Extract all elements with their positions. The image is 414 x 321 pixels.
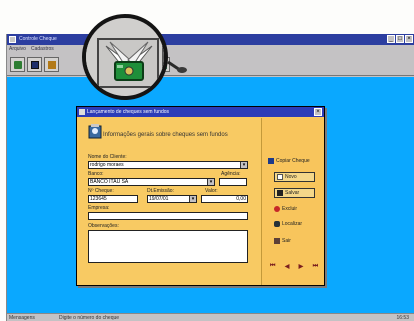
action-panel: Copiar Cheque Novo Salvar Excluir Locali… xyxy=(261,118,324,285)
novo-label: Novo xyxy=(285,174,297,180)
valor-value: 0,00 xyxy=(236,196,246,202)
valor-label: Valor: xyxy=(205,188,218,194)
menu-arquivo[interactable]: Arquivo xyxy=(9,46,26,52)
dialog-description: Informações gerais sobre cheques sem fun… xyxy=(103,132,228,138)
zoom-toolbar-edge xyxy=(86,18,93,96)
dialog-close-button[interactable]: × xyxy=(314,108,322,116)
observacoes-textarea[interactable] xyxy=(88,230,248,263)
cheque-label: Nº Cheque: xyxy=(88,188,114,194)
books-button[interactable] xyxy=(44,57,59,72)
winged-check-icon xyxy=(105,41,153,81)
info-icon xyxy=(88,124,102,139)
dialog-title-bar: Lançamento de cheques sem fundos × xyxy=(77,107,324,117)
next-record-button[interactable]: ▶ xyxy=(299,263,304,270)
menu-cadastros[interactable]: Cadastros xyxy=(31,46,54,52)
save-disk-icon xyxy=(277,190,283,196)
minimize-button[interactable]: _ xyxy=(387,35,395,43)
window-controls: _ □ × xyxy=(387,35,413,43)
books-icon xyxy=(48,61,56,69)
salvar-label: Salvar xyxy=(285,190,300,196)
status-clock: 16:53 xyxy=(396,315,409,321)
binoculars-icon xyxy=(274,221,280,227)
cheque-number-field[interactable]: 123645 xyxy=(88,195,138,203)
salvar-button[interactable]: Salvar xyxy=(274,188,315,198)
toolbar xyxy=(7,54,414,76)
chevron-down-icon[interactable]: ▾ xyxy=(189,196,196,202)
sair-label: Sair xyxy=(282,238,291,244)
excluir-label: Excluir xyxy=(282,206,298,212)
maximize-button[interactable]: □ xyxy=(396,35,404,43)
exit-door-icon xyxy=(274,238,280,244)
agencia-label: Agência: xyxy=(221,171,241,177)
dialog-icon xyxy=(79,109,85,115)
emissao-label: Dt.Emissão: xyxy=(147,188,174,194)
status-bar: Mensagens Digite o número do cheque 16:5… xyxy=(7,313,414,321)
screen-icon xyxy=(31,61,39,69)
cliente-label: Nome do Cliente: xyxy=(88,154,127,160)
cheque-dialog: Lançamento de cheques sem fundos × Infor… xyxy=(76,106,325,286)
copiar-cheque-label: Copiar Cheque xyxy=(276,158,310,164)
dialog-title: Lançamento de cheques sem fundos xyxy=(87,109,169,115)
window-title: Controle Cheque xyxy=(19,36,57,42)
copy-icon xyxy=(268,158,274,164)
valor-field[interactable]: 0,00 xyxy=(201,195,248,203)
magnifier-handle xyxy=(167,60,187,73)
empresa-label: Empresa: xyxy=(88,205,110,211)
sair-button[interactable]: Sair xyxy=(274,236,315,246)
banco-select[interactable]: BANCO ITAU SA ▾ xyxy=(88,178,215,186)
delete-icon xyxy=(274,206,280,212)
excluir-button[interactable]: Excluir xyxy=(274,204,315,214)
app-icon[interactable] xyxy=(9,36,16,43)
prev-record-button[interactable]: ◀ xyxy=(285,263,290,270)
close-window-button[interactable]: × xyxy=(405,35,413,43)
emissao-date-picker[interactable]: 19/07/01 ▾ xyxy=(147,195,197,203)
observacoes-label: Observações: xyxy=(88,223,119,229)
connect-icon xyxy=(14,61,22,69)
last-record-button[interactable]: ⏭ xyxy=(313,263,318,270)
record-navigator: ⏮ ◀ ▶ ⏭ xyxy=(270,263,318,270)
chevron-down-icon[interactable]: ▾ xyxy=(240,162,247,168)
cheque-number-value: 123645 xyxy=(90,196,107,202)
localizar-button[interactable]: Localizar xyxy=(274,219,315,229)
cliente-value: rodrigo moraes xyxy=(90,162,124,168)
banco-label: Banco: xyxy=(88,171,104,177)
first-record-button[interactable]: ⏮ xyxy=(270,263,275,270)
copiar-cheque-button[interactable]: Copiar Cheque xyxy=(268,156,324,166)
window-title-bar: Controle Cheque _ □ × xyxy=(7,34,414,45)
connect-button[interactable] xyxy=(10,57,25,72)
menu-bar: Arquivo Cadastros xyxy=(7,45,414,54)
status-message: Digite o número do cheque xyxy=(59,315,120,321)
cliente-select[interactable]: rodrigo moraes ▾ xyxy=(88,161,248,169)
new-document-icon xyxy=(277,174,283,180)
status-label: Mensagens xyxy=(9,315,35,321)
agencia-field[interactable] xyxy=(219,178,247,186)
empresa-field[interactable] xyxy=(88,212,248,220)
localizar-label: Localizar xyxy=(282,221,303,227)
chevron-down-icon[interactable]: ▾ xyxy=(207,179,214,185)
banco-value: BANCO ITAU SA xyxy=(90,179,129,185)
zoom-magnifier xyxy=(82,14,168,100)
screen-button[interactable] xyxy=(27,57,42,72)
emissao-date-value: 19/07/01 xyxy=(149,196,169,202)
novo-button[interactable]: Novo xyxy=(274,172,315,182)
